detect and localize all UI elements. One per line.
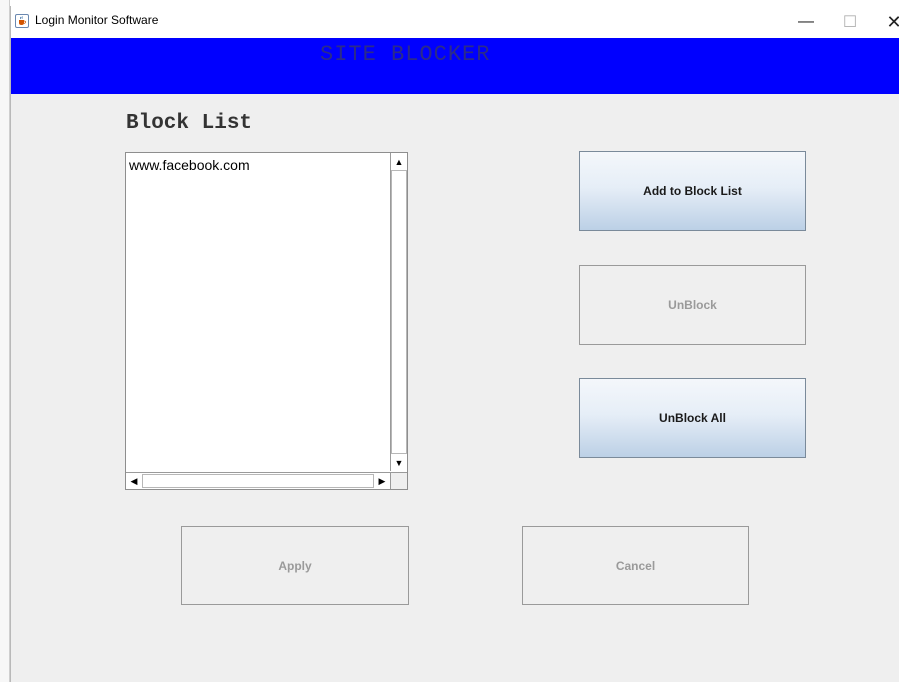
add-to-block-list-button[interactable]: Add to Block List [579,151,806,231]
close-button[interactable]: ✕ [872,6,899,38]
title-bar: Login Monitor Software — ☐ ✕ [11,6,899,38]
banner-title: SITE BLOCKER [320,42,491,67]
unblock-button[interactable]: UnBlock [579,265,806,345]
horizontal-scroll-thumb[interactable] [142,474,374,488]
scroll-down-arrow-icon[interactable]: ▼ [391,454,407,471]
scrollbar-corner [390,472,407,489]
maximize-button[interactable]: ☐ [828,6,872,38]
scroll-right-arrow-icon[interactable]: ▶ [374,473,390,490]
list-item[interactable]: www.facebook.com [129,157,250,173]
horizontal-scrollbar[interactable]: ◀ ▶ [126,472,390,489]
vertical-scroll-track[interactable] [391,170,407,454]
java-cup-icon [15,14,29,28]
window-title: Login Monitor Software [35,13,159,27]
block-list-label: Block List [126,112,253,135]
vertical-scrollbar[interactable]: ▲ ▼ [390,153,407,471]
unblock-all-button[interactable]: UnBlock All [579,378,806,458]
cancel-button[interactable]: Cancel [522,526,749,605]
minimize-button[interactable]: — [784,6,828,38]
scroll-left-arrow-icon[interactable]: ◀ [126,473,142,490]
block-list-box[interactable]: www.facebook.com ▲ ▼ ◀ ▶ [125,152,408,490]
apply-button[interactable]: Apply [181,526,409,605]
header-banner: SITE BLOCKER [11,38,899,94]
desktop-background [0,0,10,682]
scroll-up-arrow-icon[interactable]: ▲ [391,153,407,170]
app-window: Login Monitor Software — ☐ ✕ SITE BLOCKE… [10,6,899,682]
